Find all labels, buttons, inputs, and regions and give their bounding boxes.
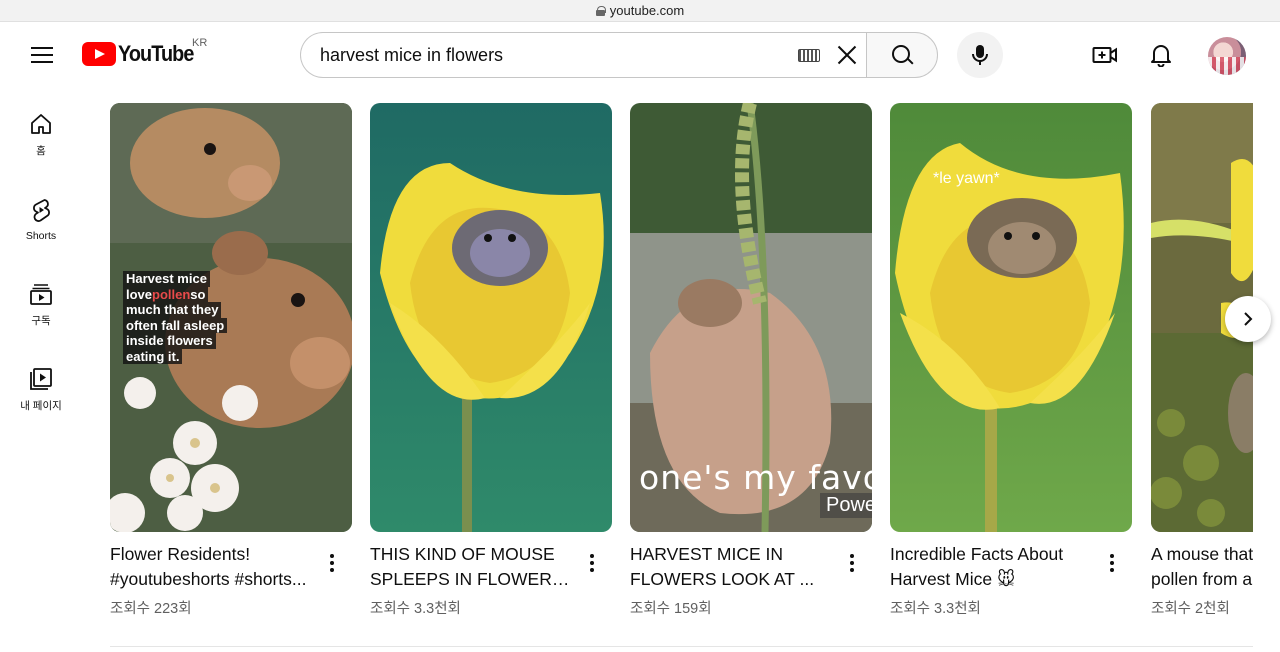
sidebar-item-label: Shorts [25,230,57,242]
search-input[interactable]: harvest mice in flowers [300,32,866,78]
voice-search-button[interactable] [957,32,1003,78]
view-count: 조회수 159회 [630,601,712,617]
short-thumbnail[interactable]: *le yawn* [890,103,1132,532]
view-count: 조회수 3.3천회 [370,601,461,617]
sidebar-item-home[interactable]: 홈 [0,112,82,182]
youtube-logo[interactable]: YouTube KR [82,37,207,67]
avatar[interactable] [1208,37,1246,75]
short-title[interactable]: Incredible Facts About Harvest Mice 🐭 [890,542,1095,592]
thumbnail-image [890,103,1132,532]
sidebar-item-library[interactable]: 내 페이지 [0,367,82,437]
logo-wordmark: YouTube [118,41,194,66]
search-bar: harvest mice in flowers [300,32,938,78]
menu-icon[interactable] [22,37,62,73]
short-thumbnail[interactable] [370,103,612,532]
more-options-icon[interactable] [322,551,342,575]
library-icon [30,368,52,390]
more-options-icon[interactable] [842,551,862,575]
create-button[interactable] [1087,37,1123,73]
short-title[interactable]: A mouse that pollen from a [1151,542,1253,592]
shorts-shelf: Harvest mice love pollen so much that th… [110,103,1253,623]
shorts-icon [33,199,50,222]
home-icon [31,114,51,134]
notifications-button[interactable] [1143,37,1179,73]
view-count: 조회수 223회 [110,601,192,617]
thumbnail-caption-secondary: Powe [820,493,872,518]
short-thumbnail[interactable]: one's my favor Powe [630,103,872,532]
sidebar-item-shorts[interactable]: Shorts [0,197,82,267]
sidebar-item-label: 내 페이지 [20,400,62,412]
subscriptions-icon [30,284,52,305]
view-count: 조회수 3.3천회 [890,601,981,617]
sidebar-item-label: 구독 [31,315,51,327]
sidebar-item-subscriptions[interactable]: 구독 [0,282,82,352]
browser-url-bar[interactable]: youtube.com [0,0,1280,22]
thumbnail-caption: *le yawn* [933,170,1000,187]
mic-icon [972,45,988,65]
youtube-play-icon [82,42,116,66]
search-button[interactable] [866,32,938,78]
search-icon [891,44,913,66]
lock-icon [595,5,606,16]
short-title[interactable]: THIS KIND OF MOUSE SPLEEPS IN FLOWERS ..… [370,542,575,592]
thumbnail-caption: Harvest mice love pollen so much that th… [123,271,228,364]
bell-icon [1151,45,1171,67]
keyboard-icon[interactable] [798,48,820,62]
clear-icon[interactable] [832,41,860,69]
sidebar-item-label: 홈 [36,145,46,157]
short-title[interactable]: HARVEST MICE IN FLOWERS LOOK AT ... [630,542,835,592]
search-query[interactable]: harvest mice in flowers [320,45,798,66]
short-title[interactable]: Flower Residents! #youtubeshorts #shorts… [110,542,315,592]
thumbnail-caption: one's my favor [639,458,872,497]
shelf-divider [110,646,1253,647]
short-thumbnail[interactable]: Harvest mice love pollen so much that th… [110,103,352,532]
country-code: KR [192,37,208,49]
shelf-next-button[interactable] [1225,296,1271,342]
more-options-icon[interactable] [582,551,602,575]
thumbnail-image [370,103,612,532]
more-options-icon[interactable] [1102,551,1122,575]
url-text: youtube.com [609,3,685,18]
create-icon [1092,47,1117,63]
view-count: 조회수 2천회 [1151,601,1230,617]
masthead: YouTube KR harvest mice in flowers [0,22,1280,88]
chevron-right-icon [1244,312,1253,326]
